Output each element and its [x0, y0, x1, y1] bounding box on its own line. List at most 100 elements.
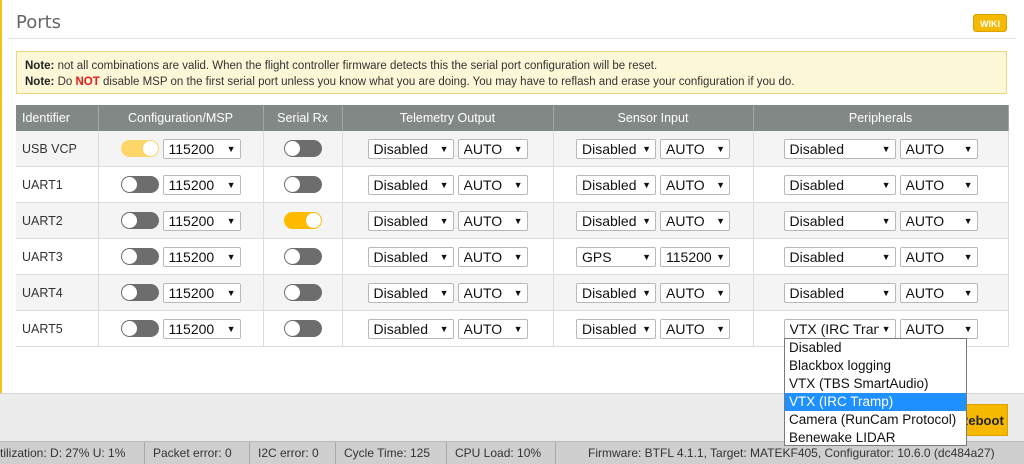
telemetry-select[interactable]: Disabled ▼ — [367, 282, 454, 303]
sensor-baud-select[interactable]: AUTO ▼ — [660, 210, 730, 231]
ports-table: Identifier Configuration/MSP Serial Rx T… — [16, 105, 1009, 347]
cell-configuration-msp: 115200 ▼ — [98, 238, 264, 275]
cell-serial-rx — [263, 166, 343, 203]
sensor-select[interactable]: Disabled ▼ — [576, 318, 656, 339]
peripheral-select[interactable]: Disabled ▼ — [783, 138, 896, 159]
header-peripherals: Peripherals — [753, 105, 1009, 131]
sensor-select[interactable]: Disabled ▼ — [576, 282, 656, 303]
peripheral-select[interactable]: Disabled ▼ — [783, 246, 896, 267]
status-cpu-load: CPU Load: 10% — [447, 442, 556, 464]
telemetry-select[interactable]: Disabled ▼ — [367, 246, 454, 267]
telemetry-select[interactable]: Disabled ▼ — [367, 210, 454, 231]
peripheral-baud-select[interactable]: AUTO ▼ — [899, 246, 978, 267]
toggle-switch[interactable] — [283, 320, 322, 337]
sensor-baud-select[interactable]: AUTO ▼ — [660, 174, 730, 195]
toggle-switch[interactable] — [283, 248, 322, 265]
toggle-switch[interactable] — [120, 320, 159, 337]
toggle-switch[interactable] — [283, 140, 322, 157]
dropdown-option[interactable]: Camera (RunCam Protocol) — [785, 411, 966, 429]
sensor-baud-select[interactable]: AUTO ▼ — [660, 282, 730, 303]
toggle-switch[interactable] — [283, 176, 322, 193]
note-text: disable MSP on the first serial port unl… — [99, 76, 795, 88]
status-utilization: tilization: D: 27% U: 1% — [0, 442, 145, 464]
table-row: UART4 115200 ▼ Disabled ▼ AUTO ▼ Disabled ▼ AUTO ▼… — [16, 274, 1009, 311]
cell-telemetry-output: Disabled ▼ AUTO ▼ — [342, 310, 554, 347]
chevron-down-icon: ▼ — [963, 323, 973, 334]
peripheral-baud-select[interactable]: AUTO ▼ — [899, 138, 978, 159]
header-configuration-msp: Configuration/MSP — [98, 105, 264, 131]
sensor-select[interactable]: Disabled ▼ — [576, 138, 656, 159]
wiki-button[interactable]: WIKI — [973, 14, 1007, 32]
msp-baud-select[interactable]: 115200 ▼ — [162, 246, 241, 267]
sensor-baud-select-value: AUTO — [666, 284, 705, 301]
telemetry-baud-select[interactable]: AUTO ▼ — [457, 174, 528, 195]
msp-baud-select[interactable]: 115200 ▼ — [162, 318, 241, 339]
chevron-down-icon: ▼ — [716, 251, 725, 262]
chevron-down-icon: ▼ — [716, 179, 725, 190]
page-title: Ports — [16, 12, 62, 33]
chevron-down-icon: ▼ — [226, 287, 236, 298]
peripheral-baud-select[interactable]: AUTO ▼ — [899, 210, 978, 231]
toggle-switch[interactable] — [283, 212, 322, 229]
peripheral-select-value: Disabled — [789, 284, 844, 301]
msp-baud-select[interactable]: 115200 ▼ — [162, 282, 241, 303]
telemetry-baud-select[interactable]: AUTO ▼ — [457, 210, 528, 231]
peripheral-baud-select[interactable]: AUTO ▼ — [899, 282, 978, 303]
toggle-switch[interactable] — [120, 248, 159, 265]
cell-sensor-input: Disabled ▼ AUTO ▼ — [553, 310, 754, 347]
status-i2c-error: I2C error: 0 — [250, 442, 336, 464]
msp-baud-select-value: 115200 — [168, 140, 215, 157]
toggle-switch[interactable] — [283, 284, 322, 301]
chevron-down-icon: ▼ — [642, 287, 651, 298]
sensor-select[interactable]: Disabled ▼ — [576, 210, 656, 231]
cell-serial-rx — [263, 238, 343, 275]
header-telemetry-output: Telemetry Output — [342, 105, 554, 131]
telemetry-select[interactable]: Disabled ▼ — [367, 174, 454, 195]
peripheral-baud-select[interactable]: AUTO ▼ — [899, 174, 978, 195]
chevron-down-icon: ▼ — [439, 179, 449, 190]
peripheral-select[interactable]: VTX (IRC Tran ▼ — [783, 318, 896, 339]
sensor-select[interactable]: GPS ▼ — [576, 246, 656, 267]
peripherals-dropdown-list[interactable]: Disabled Blackbox logging VTX (TBS SmartAu… — [784, 338, 967, 446]
toggle-switch[interactable] — [120, 212, 159, 229]
toggle-knob — [284, 177, 300, 192]
chevron-down-icon: ▼ — [963, 251, 973, 262]
chevron-down-icon: ▼ — [642, 323, 651, 334]
cell-configuration-msp: 115200 ▼ — [98, 274, 264, 311]
sensor-baud-select[interactable]: AUTO ▼ — [660, 138, 730, 159]
peripheral-select[interactable]: Disabled ▼ — [783, 282, 896, 303]
msp-baud-select-value: 115200 — [168, 176, 215, 193]
port-identifier: UART3 — [16, 238, 99, 275]
note-label: Note: — [25, 76, 55, 88]
sensor-baud-select[interactable]: 115200 ▼ — [660, 246, 730, 267]
telemetry-baud-select[interactable]: AUTO ▼ — [457, 282, 528, 303]
chevron-down-icon: ▼ — [881, 179, 891, 190]
sensor-baud-select[interactable]: AUTO ▼ — [660, 318, 730, 339]
toggle-switch[interactable] — [120, 176, 159, 193]
telemetry-baud-select[interactable]: AUTO ▼ — [457, 246, 528, 267]
msp-baud-select[interactable]: 115200 ▼ — [162, 138, 241, 159]
telemetry-select-value: Disabled — [373, 320, 428, 337]
telemetry-baud-select[interactable]: AUTO ▼ — [457, 138, 528, 159]
telemetry-select[interactable]: Disabled ▼ — [367, 138, 454, 159]
peripheral-select[interactable]: Disabled ▼ — [783, 174, 896, 195]
cell-configuration-msp: 115200 ▼ — [98, 202, 264, 239]
msp-baud-select[interactable]: 115200 ▼ — [162, 174, 241, 195]
toggle-switch[interactable] — [120, 284, 159, 301]
dropdown-option[interactable]: VTX (TBS SmartAudio) — [785, 375, 966, 393]
toggle-switch[interactable] — [120, 140, 159, 157]
telemetry-select[interactable]: Disabled ▼ — [367, 318, 454, 339]
dropdown-option[interactable]: Blackbox logging — [785, 357, 966, 375]
msp-baud-select[interactable]: 115200 ▼ — [162, 210, 241, 231]
header-serial-rx: Serial Rx — [263, 105, 343, 131]
peripheral-select-value: Disabled — [789, 212, 844, 229]
sensor-select[interactable]: Disabled ▼ — [576, 174, 656, 195]
cell-peripherals: Disabled ▼ AUTO ▼ — [753, 166, 1009, 203]
telemetry-baud-select[interactable]: AUTO ▼ — [457, 318, 528, 339]
dropdown-option[interactable]: Benewake LIDAR — [785, 429, 966, 447]
peripheral-select[interactable]: Disabled ▼ — [783, 210, 896, 231]
dropdown-option[interactable]: Disabled — [785, 339, 966, 357]
peripheral-baud-select[interactable]: AUTO ▼ — [899, 318, 978, 339]
cell-telemetry-output: Disabled ▼ AUTO ▼ — [342, 166, 554, 203]
dropdown-option[interactable]: VTX (IRC Tramp) — [785, 393, 966, 411]
